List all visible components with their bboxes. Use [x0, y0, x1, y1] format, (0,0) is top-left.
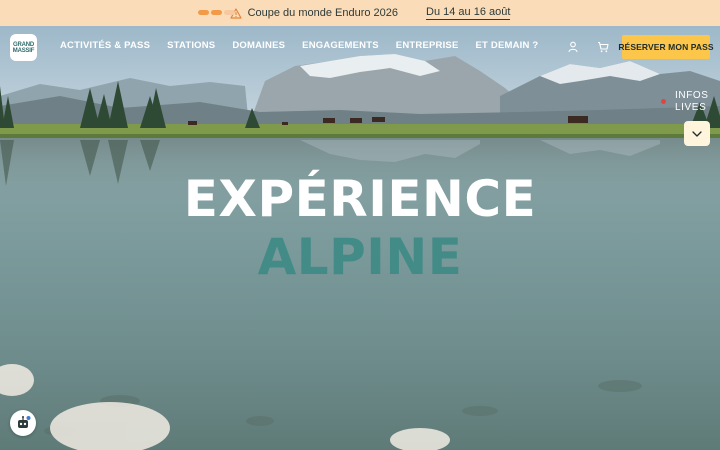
site-logo[interactable]: GRAND MASSIF [10, 34, 37, 61]
chevron-down-icon [692, 130, 702, 137]
chat-button[interactable] [10, 410, 36, 436]
nav-item-activites[interactable]: ACTIVITÉS & PASS [60, 40, 150, 51]
nav-item-et-demain[interactable]: ET DEMAIN ? [476, 40, 539, 51]
pager-dot[interactable] [224, 10, 235, 15]
nav-item-domaines[interactable]: DOMAINES [232, 40, 285, 51]
infos-label-line2: LIVES [675, 102, 707, 113]
alert-pager[interactable] [198, 10, 235, 15]
infos-lives-label: INFOS LIVES [675, 90, 709, 114]
live-dot-icon [661, 99, 666, 104]
infos-label-line1: INFOS [675, 90, 709, 101]
site-header: GRAND MASSIF ACTIVITÉS & PASS STATIONS D… [0, 26, 720, 68]
pager-dot[interactable] [198, 10, 209, 15]
hero-title-line2: ALPINE [257, 228, 463, 286]
alert-date-link[interactable]: Du 14 au 16 août [426, 6, 511, 20]
alert-bar: Coupe du monde Enduro 2026 Du 14 au 16 a… [0, 0, 720, 26]
nav-item-entreprise[interactable]: ENTREPRISE [396, 40, 459, 51]
chat-bot-icon [18, 416, 31, 428]
alert-content: Coupe du monde Enduro 2026 Du 14 au 16 a… [229, 6, 511, 20]
hero-headline: EXPÉRIENCE ALPINE [0, 170, 720, 286]
cart-icon[interactable] [597, 41, 609, 53]
hero-title-line1: EXPÉRIENCE [183, 170, 537, 228]
nav-item-stations[interactable]: STATIONS [167, 40, 215, 51]
alert-message: Coupe du monde Enduro 2026 [247, 7, 399, 19]
nav-item-engagements[interactable]: ENGAGEMENTS [302, 40, 379, 51]
pager-dot[interactable] [211, 10, 222, 15]
user-icon[interactable] [568, 41, 578, 53]
reserve-pass-button[interactable]: RÉSERVER MON PASS [618, 35, 714, 59]
infos-toggle-button[interactable] [684, 121, 710, 146]
logo-text-bottom: MASSIF [12, 47, 35, 54]
main-nav: ACTIVITÉS & PASS STATIONS DOMAINES ENGAG… [60, 40, 538, 51]
